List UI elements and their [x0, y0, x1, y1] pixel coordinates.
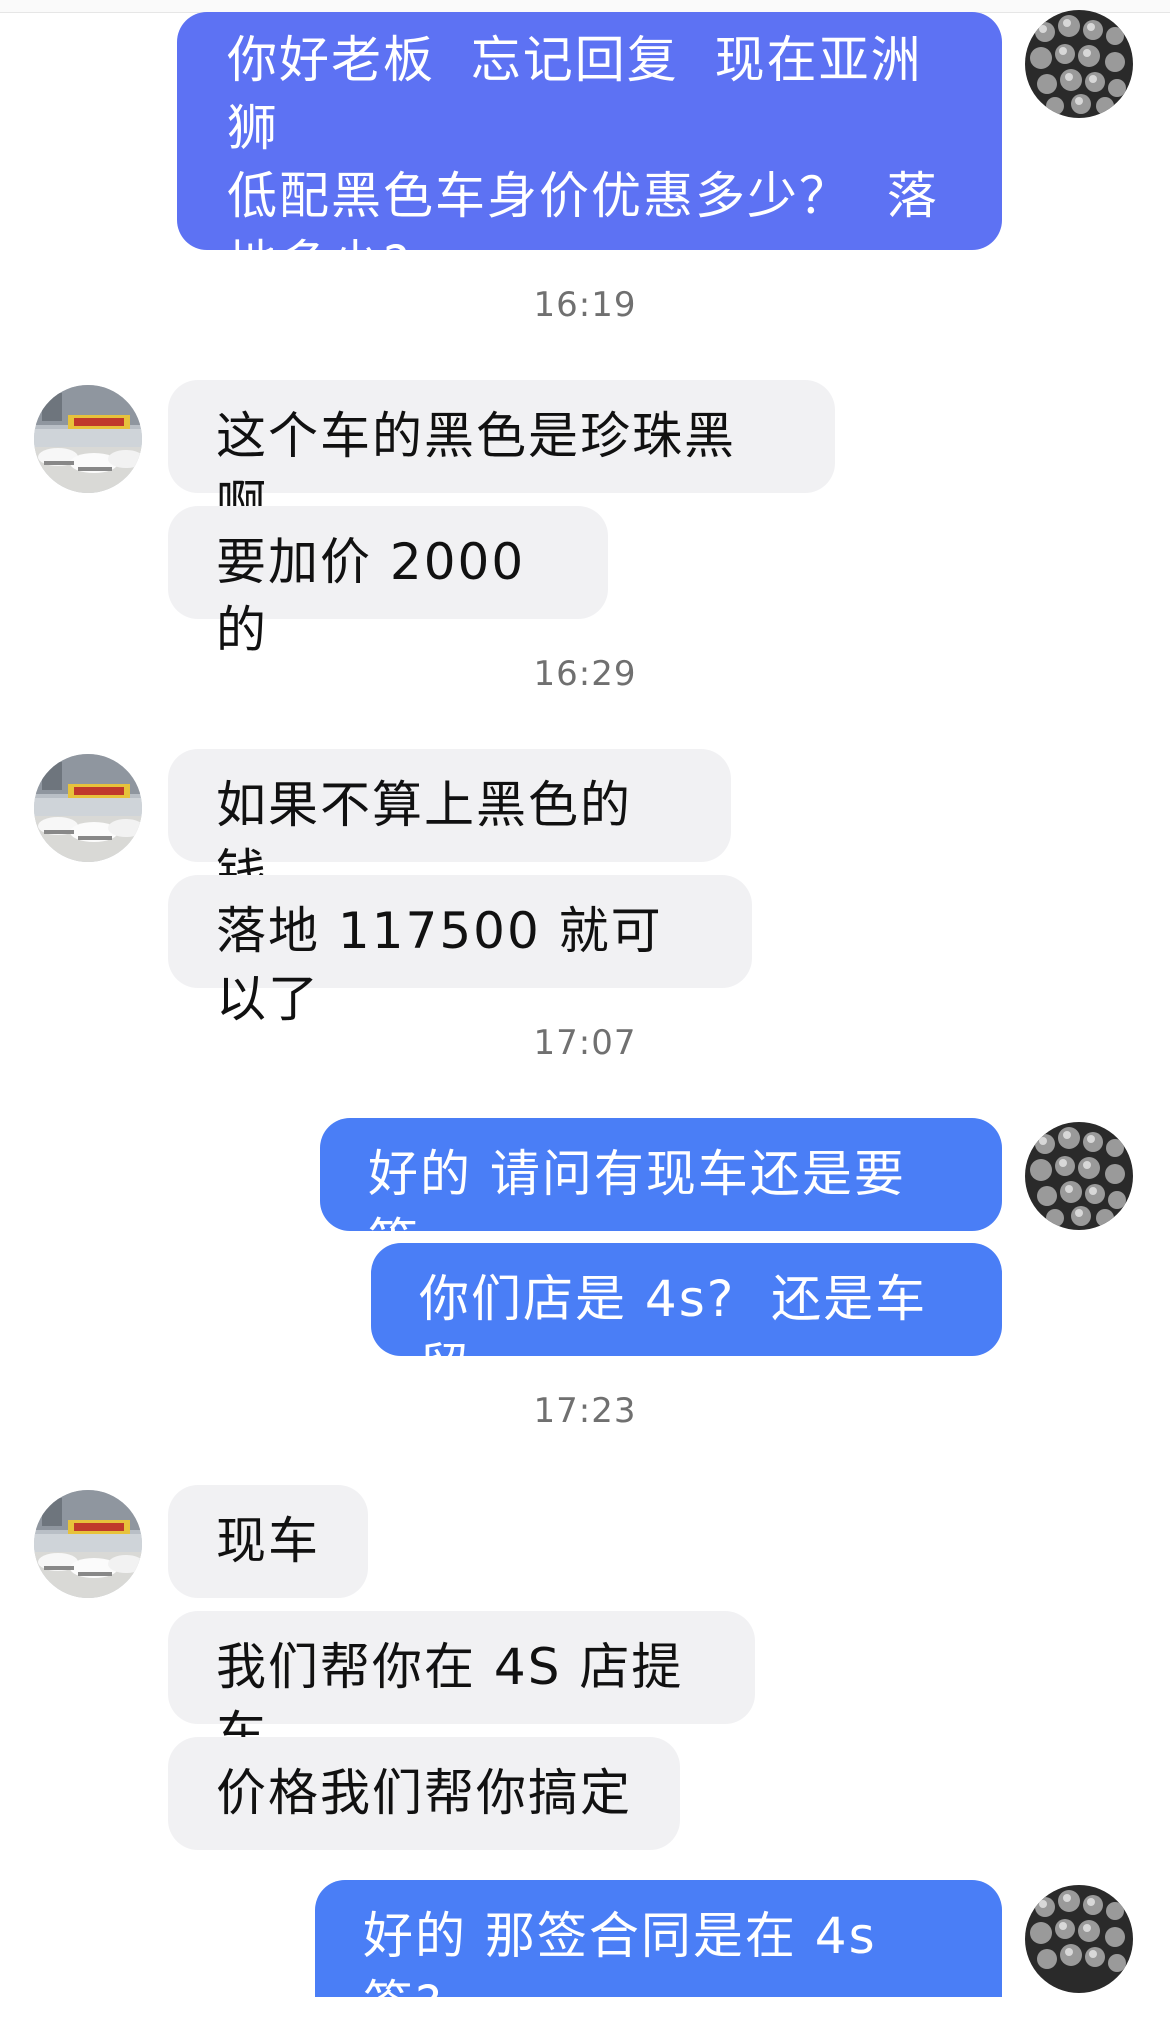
message-bubble-outgoing[interactable]: 好的 请问有现车还是要等 — [320, 1118, 1002, 1271]
timestamp: 16:29 — [533, 654, 637, 694]
message-bubble-outgoing[interactable]: 你们店是 4s? 还是车贸 — [371, 1243, 1002, 1396]
avatar-self-icon[interactable] — [1025, 10, 1133, 118]
message-bubble-incoming[interactable]: 落地 117500 就可以了 — [168, 875, 752, 1028]
avatar-dealer-icon[interactable] — [34, 1490, 142, 1598]
message-bubble-outgoing[interactable]: 好的 那签合同是在 4s 签? — [315, 1880, 1002, 2033]
avatar-dealer-icon[interactable] — [34, 754, 142, 862]
timestamp: 16:19 — [533, 285, 637, 325]
avatar-dealer-icon[interactable] — [34, 385, 142, 493]
timestamp: 17:07 — [533, 1023, 637, 1063]
message-bubble-incoming[interactable]: 如果不算上黑色的钱 — [168, 749, 731, 902]
message-bubble-incoming[interactable]: 要加价 2000的 — [168, 506, 608, 659]
message-bubble-incoming[interactable]: 这个车的黑色是珍珠黑啊 — [168, 380, 835, 533]
message-bubble-incoming[interactable]: 价格我们帮你搞定 — [168, 1737, 680, 1850]
timestamp: 17:23 — [533, 1391, 637, 1431]
avatar-self-icon[interactable] — [1025, 1122, 1133, 1230]
message-bubble-incoming[interactable]: 现车 — [168, 1485, 368, 1598]
avatar-self-icon[interactable] — [1025, 1885, 1133, 1993]
message-bubble-outgoing[interactable]: 你好老板 忘记回复 现在亚洲狮 低配黑色车身价优惠多少？ 落 地多少? — [177, 12, 1002, 293]
message-bubble-incoming[interactable]: 我们帮你在 4S 店提车 — [168, 1611, 755, 1764]
